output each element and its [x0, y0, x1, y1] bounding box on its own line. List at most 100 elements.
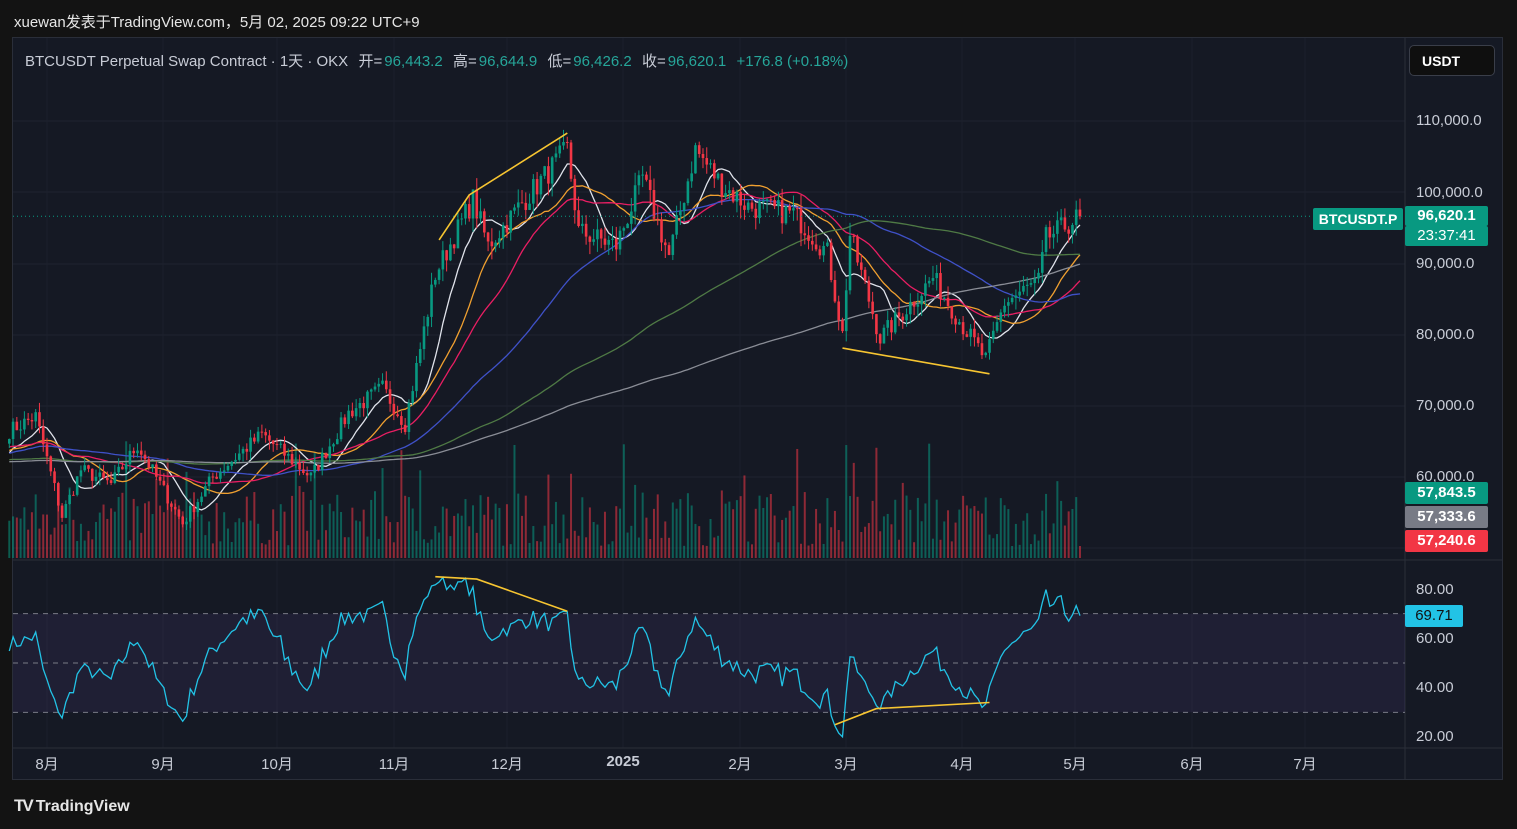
volume-bar	[1029, 544, 1032, 558]
rsi-tick: 80.00	[1416, 581, 1454, 598]
candle-body	[128, 450, 132, 465]
time-tick: 2025	[606, 753, 640, 770]
candle-body	[392, 403, 396, 415]
candle-body	[1052, 233, 1055, 238]
close-label: 收=	[642, 53, 666, 70]
candle-body	[41, 426, 45, 445]
volume-bar	[396, 522, 399, 558]
candle-body	[912, 301, 916, 307]
volume-bar	[637, 537, 640, 558]
volume-bar	[626, 532, 629, 558]
time-tick: 2月	[728, 756, 752, 773]
candle-body	[445, 250, 448, 261]
volume-bar	[453, 515, 456, 558]
candle-body	[931, 278, 935, 281]
candle-body	[671, 234, 675, 255]
candle-body	[369, 389, 373, 392]
volume-bar	[622, 444, 625, 558]
candle-body	[8, 439, 11, 444]
candle-body	[102, 472, 105, 478]
volume-bar	[1060, 500, 1063, 558]
candle-body	[562, 142, 565, 146]
volume-bar	[796, 448, 799, 558]
volume-bar	[1007, 509, 1010, 558]
volume-bar	[845, 445, 848, 558]
time-tick: 8月	[35, 756, 59, 773]
volume-bar	[766, 497, 769, 558]
candle-body	[237, 453, 241, 460]
volume-bar	[958, 509, 961, 558]
volume-bar	[449, 536, 452, 558]
volume-bar	[1014, 523, 1017, 558]
ma-line-30	[9, 191, 1081, 484]
candle-body	[788, 206, 791, 211]
ma-tag: 57,333.6	[1405, 506, 1488, 528]
candle-body	[298, 462, 301, 470]
candle-body	[49, 456, 53, 472]
volume-bar	[106, 518, 109, 558]
candle-body	[980, 343, 984, 356]
volume-bar	[238, 518, 241, 558]
volume-bar	[200, 514, 203, 558]
volume-bar	[619, 508, 622, 558]
low-label: 低=	[547, 53, 572, 70]
candle-body	[1063, 217, 1067, 230]
candle-body	[1074, 209, 1078, 225]
candle-body	[516, 202, 520, 208]
candle-body	[418, 349, 422, 364]
volume-bar	[630, 525, 633, 558]
currency-button[interactable]: USDT	[1409, 45, 1495, 76]
candle-body	[799, 208, 803, 234]
volume-bar	[128, 540, 131, 558]
volume-bar	[321, 504, 324, 558]
candle-body	[867, 280, 871, 302]
candle-body	[407, 402, 411, 432]
volume-bar	[694, 523, 697, 558]
candle-body	[305, 472, 309, 476]
candle-body	[641, 174, 644, 176]
volume-bar	[483, 514, 486, 558]
candle-body	[452, 244, 456, 249]
volume-bar	[977, 510, 980, 558]
volume-bar	[1011, 545, 1014, 558]
volume-bar	[426, 542, 429, 558]
volume-bar	[528, 542, 531, 558]
candle-body	[45, 444, 49, 457]
candle-body	[614, 238, 618, 250]
candle-body	[999, 312, 1003, 323]
candle-body	[294, 462, 298, 465]
candle-body	[777, 200, 780, 207]
volume-bar	[1037, 540, 1040, 558]
price-tick: 110,000.0	[1416, 112, 1482, 129]
candle-body	[494, 242, 497, 247]
volume-bar	[879, 531, 882, 558]
candle-body	[60, 505, 64, 518]
volume-bar	[317, 539, 320, 558]
volume-bar	[1052, 523, 1055, 558]
volume-bar	[1063, 525, 1066, 558]
volume-bar	[275, 531, 278, 558]
candle-body	[381, 380, 384, 384]
ma-tag: 57,843.5	[1405, 482, 1488, 504]
price-chart[interactable]	[0, 0, 1517, 829]
candle-body	[520, 202, 524, 204]
candle-body	[188, 506, 192, 522]
volume-bar	[984, 497, 987, 558]
volume-bar	[705, 545, 708, 558]
volume-bar	[30, 512, 33, 558]
candle-body	[731, 190, 735, 202]
candle-body	[302, 469, 305, 473]
volume-bar	[53, 527, 56, 558]
candle-body	[716, 173, 720, 179]
candle-body	[411, 391, 414, 403]
volume-bar	[404, 495, 407, 558]
volume-bar	[358, 521, 361, 558]
tradingview-logo[interactable]: TV TradingView	[14, 796, 130, 816]
candle-body	[98, 472, 102, 477]
candle-body	[539, 175, 543, 195]
volume-bar	[784, 517, 787, 558]
candle-body	[833, 279, 837, 302]
ma-tag: 57,240.6	[1405, 530, 1488, 552]
candle-body	[490, 241, 494, 247]
volume-bar	[890, 524, 893, 558]
